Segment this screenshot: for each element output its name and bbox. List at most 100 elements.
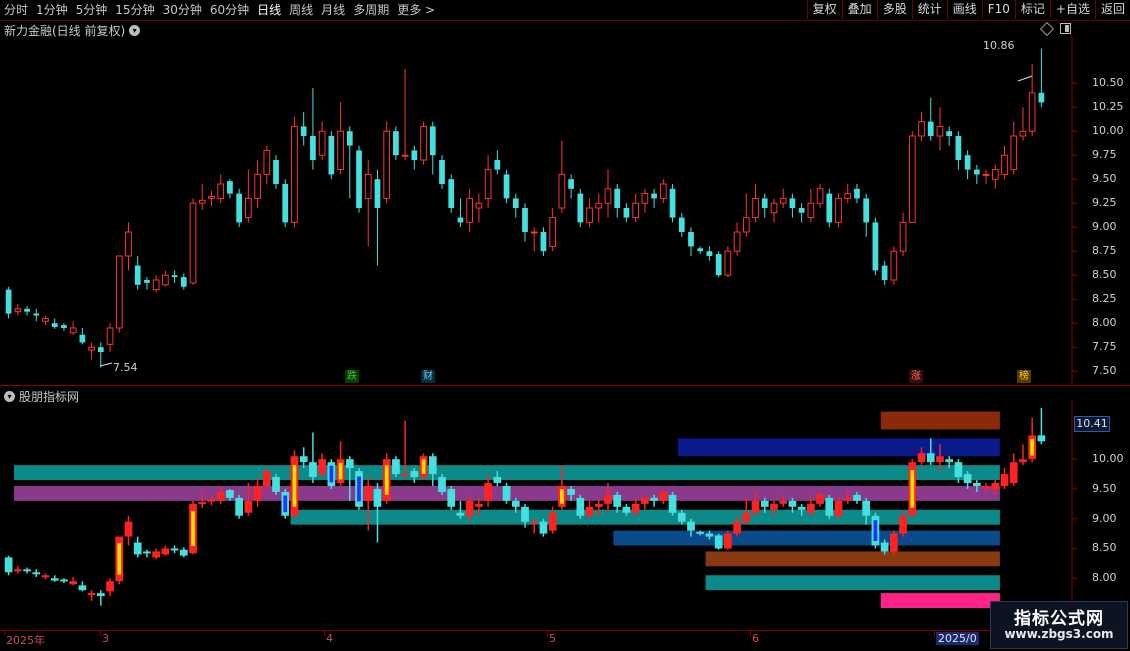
main-candle xyxy=(484,155,492,208)
chevron-down-icon[interactable]: ▾ xyxy=(129,25,141,36)
period-tab-7[interactable]: 周线 xyxy=(285,0,317,20)
toolbar-button-8[interactable]: 返回 xyxy=(1094,0,1130,19)
event-tag-0[interactable]: 跌 xyxy=(345,370,359,383)
toolbar-button-6[interactable]: 标记 xyxy=(1014,0,1050,19)
period-tabs: 分时 1分钟 5分钟 15分钟 30分钟 60分钟 日线 周线 月线 多周期 更多 > xyxy=(0,0,439,20)
main-candle xyxy=(466,188,474,232)
indicator-tick-label: 9.50 xyxy=(1092,481,1117,495)
toolbar-button-4[interactable]: 画线 xyxy=(946,0,982,19)
indicator-candle xyxy=(4,555,13,576)
support-zone xyxy=(880,411,1000,430)
period-toolbar: 分时 1分钟 5分钟 15分钟 30分钟 60分钟 日线 周线 月线 多周期 更多 > 复权 叠加 多股… xyxy=(0,0,1130,21)
indicator-candle xyxy=(13,566,22,574)
indicator-candle xyxy=(382,453,391,504)
toolbar-button-3[interactable]: 统计 xyxy=(911,0,947,19)
main-candle xyxy=(115,255,123,333)
main-candle xyxy=(236,188,243,228)
main-candle xyxy=(393,126,399,160)
period-tab-3[interactable]: 15分钟 xyxy=(111,0,158,20)
indicator-chart[interactable] xyxy=(0,400,1130,630)
main-candle xyxy=(1001,145,1008,180)
main-candle xyxy=(171,270,178,283)
watermark-title: 指标公式网 xyxy=(1014,609,1104,629)
main-candle xyxy=(881,260,888,285)
period-tab-6[interactable]: 日线 xyxy=(253,0,285,20)
period-tab-8[interactable]: 月线 xyxy=(317,0,349,20)
support-zone xyxy=(677,438,1000,457)
date-label-4: 6 xyxy=(752,632,759,645)
main-candle xyxy=(936,107,944,151)
main-candle xyxy=(973,164,980,184)
toolbar-button-1[interactable]: 叠加 xyxy=(841,0,877,19)
main-candle xyxy=(558,140,566,213)
main-candle xyxy=(742,193,750,237)
period-tab-9[interactable]: 多周期 xyxy=(349,0,393,20)
toolbar-button-2[interactable]: 多股 xyxy=(876,0,912,19)
main-candle xyxy=(752,184,759,223)
main-candle xyxy=(586,198,593,228)
candlestick-chart[interactable] xyxy=(0,36,1130,385)
date-label-0: 2025年 xyxy=(6,634,45,647)
indicator-candle xyxy=(392,456,400,478)
main-candle xyxy=(1038,48,1045,108)
indicator-candle xyxy=(668,491,677,516)
indicator-candle xyxy=(69,577,78,586)
price-tick-label: 9.25 xyxy=(1092,196,1117,210)
main-candle xyxy=(872,217,879,276)
main-candle xyxy=(429,121,436,175)
main-candle xyxy=(79,328,86,345)
main-candle xyxy=(688,227,694,256)
indicator-candle xyxy=(1019,444,1027,466)
indicator-candle xyxy=(447,485,456,510)
main-candle xyxy=(282,179,289,228)
event-tag-3[interactable]: 榜 xyxy=(1017,370,1031,383)
toolbar-button-7[interactable]: +自选 xyxy=(1049,0,1095,19)
diamond-icon[interactable] xyxy=(1039,21,1055,37)
period-tab-1[interactable]: 1分钟 xyxy=(32,0,72,20)
period-tab-10[interactable]: 更多 > xyxy=(393,0,439,20)
last-value-box: 10.41 xyxy=(1074,416,1110,432)
indicator-candle xyxy=(106,578,114,597)
main-candle xyxy=(927,97,934,141)
date-tick xyxy=(750,631,751,636)
indicator-candle xyxy=(834,497,843,519)
main-candle xyxy=(540,227,547,256)
main-candle xyxy=(364,160,372,247)
price-tick-label: 10.50 xyxy=(1092,76,1124,90)
main-candle xyxy=(549,208,557,252)
period-tab-0[interactable]: 分时 xyxy=(0,0,32,20)
main-candle xyxy=(614,184,621,218)
indicator-candle xyxy=(613,491,622,513)
period-tab-4[interactable]: 30分钟 xyxy=(159,0,206,20)
main-candle xyxy=(697,246,704,255)
main-candle xyxy=(807,188,815,223)
main-candle xyxy=(198,184,206,210)
toolbar-button-5[interactable]: F10 xyxy=(981,0,1015,19)
main-candle xyxy=(180,273,187,290)
main-candle xyxy=(273,155,279,189)
main-candle xyxy=(982,169,990,184)
indicator-candle xyxy=(299,447,308,469)
price-tick-label: 10.25 xyxy=(1092,100,1124,114)
main-candle xyxy=(512,193,519,218)
indicator-candle xyxy=(714,533,723,550)
panel-toggle-icon[interactable] xyxy=(1060,23,1071,34)
indicator-candle xyxy=(576,494,585,519)
main-candle xyxy=(669,184,676,223)
period-tab-5[interactable]: 60分钟 xyxy=(206,0,253,20)
indicator-candle xyxy=(327,459,336,489)
period-tab-2[interactable]: 5分钟 xyxy=(72,0,112,20)
toolbar-button-0[interactable]: 复权 xyxy=(806,0,842,19)
main-candle xyxy=(1019,107,1027,141)
event-tag-2[interactable]: 涨 xyxy=(909,370,923,383)
main-candle xyxy=(337,102,344,175)
event-tag-1[interactable]: 财 xyxy=(421,370,435,383)
main-candle xyxy=(595,193,603,223)
date-label-1: 3 xyxy=(102,632,109,645)
price-tick-label: 8.00 xyxy=(1092,316,1117,330)
main-candle xyxy=(33,308,40,322)
support-zone xyxy=(705,575,1000,591)
main-candle xyxy=(604,169,612,218)
main-candle xyxy=(835,193,842,228)
indicator-candle xyxy=(281,488,290,519)
